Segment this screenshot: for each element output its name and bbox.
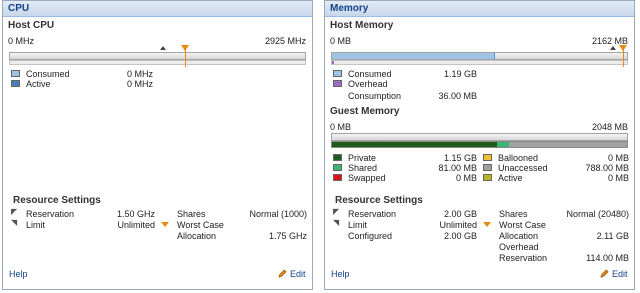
- mem-overhead-reservation-label: Reservation: [499, 253, 548, 263]
- mem-allocation-label: Allocation: [499, 231, 539, 241]
- guest-shared-value: 81.00 MB: [438, 163, 477, 173]
- guest-swapped-value: 0 MB: [455, 173, 477, 183]
- cpu-active-bar: [9, 60, 306, 65]
- guest-unaccessed-label: Unaccessed: [498, 163, 548, 173]
- cpu-shares-label: Shares: [177, 209, 206, 219]
- swapped-swatch-icon: [333, 174, 342, 181]
- host-consumption-value: 36.00 MB: [438, 91, 477, 101]
- host-memory-overhead-bar: [331, 60, 628, 65]
- guest-ballooned-label: Ballooned: [498, 153, 539, 163]
- host-consumed-value: 1.19 GB: [443, 69, 477, 79]
- mem-allocation-value: 2.11 GB: [596, 231, 629, 241]
- shared-swatch-icon: [333, 164, 342, 171]
- host-memory-scale-min: 0 MB: [330, 36, 352, 46]
- guest-memory-title: Guest Memory: [330, 106, 400, 117]
- mem-overhead-label: Overhead: [499, 242, 539, 252]
- cpu-resource-settings-title: Resource Settings: [13, 195, 101, 206]
- memory-panel-title: Memory: [325, 1, 634, 17]
- mem-limit-label: Limit: [348, 220, 368, 230]
- cpu-active-label: Active: [26, 79, 51, 89]
- consumed-swatch-icon: [11, 70, 20, 77]
- guest-memory-scale-min: 0 MB: [330, 122, 352, 132]
- host-consumption-label: Consumption: [348, 91, 402, 101]
- edit-pencil-icon[interactable]: [278, 269, 287, 278]
- worst-case-marker-icon: [483, 222, 491, 227]
- private-swatch-icon: [333, 154, 342, 161]
- cpu-reservation-value: 1.50 GHz: [116, 209, 155, 219]
- cpu-usage-bar: [9, 52, 306, 60]
- cpu-limit-label: Limit: [26, 220, 46, 230]
- host-memory-bar: [331, 52, 628, 60]
- cpu-consumed-label: Consumed: [26, 69, 70, 79]
- guest-active-label: Active: [498, 173, 523, 183]
- host-consumed-label: Consumed: [348, 69, 392, 79]
- cpu-scale-max: 2925 MHz: [264, 36, 306, 46]
- cpu-limit-marker-icon: [160, 46, 166, 50]
- cpu-shares-value: Normal (1000): [249, 209, 307, 219]
- cpu-active-value: 0 MHz: [126, 79, 153, 89]
- mem-limit-value: Unlimited: [439, 220, 477, 230]
- memory-panel: Memory Host Memory 0 MB 2162 MB Consumed…: [324, 0, 635, 290]
- edit-pencil-icon[interactable]: [600, 269, 609, 278]
- cpu-consumed-value: 0 MHz: [126, 69, 153, 79]
- memory-limit-marker-icon: [610, 46, 616, 50]
- memory-worst-case-line: [623, 49, 624, 67]
- guest-private-value: 1.15 GB: [443, 153, 477, 163]
- host-overhead-label: Overhead: [348, 79, 388, 89]
- memory-resource-settings-title: Resource Settings: [335, 195, 423, 206]
- mem-reservation-label: Reservation: [348, 209, 397, 219]
- mem-reservation-value: 2.00 GB: [443, 209, 477, 219]
- cpu-limit-value: Unlimited: [117, 220, 155, 230]
- mem-shares-value: Normal (20480): [566, 209, 629, 219]
- guest-shared-label: Shared: [348, 163, 378, 173]
- cpu-scale-min: 0 MHz: [8, 36, 35, 46]
- guest-active-value: 0 MB: [607, 173, 629, 183]
- memory-help-link[interactable]: Help: [331, 269, 350, 279]
- reservation-marker-icon: ◤: [333, 207, 340, 216]
- cpu-panel: CPU Host CPU 0 MHz 2925 MHz Consumed 0 M…: [2, 0, 313, 290]
- cpu-reservation-label: Reservation: [26, 209, 75, 219]
- limit-marker-icon: ◥: [333, 218, 340, 227]
- mem-configured-label: Configured: [348, 231, 393, 241]
- active-swatch-icon: [11, 80, 20, 87]
- cpu-worst-case-label: Worst Case: [177, 220, 224, 230]
- cpu-allocation-value: 1.75 GHz: [268, 231, 307, 241]
- guest-unaccessed-value: 788.00 MB: [585, 163, 629, 173]
- active-swatch-icon: [483, 174, 492, 181]
- consumed-swatch-icon: [333, 70, 342, 77]
- cpu-help-link[interactable]: Help: [9, 269, 28, 279]
- cpu-worst-case-line: [185, 49, 186, 67]
- reservation-marker-icon: ◤: [11, 207, 18, 216]
- mem-overhead-reservation-value: 114.00 MB: [586, 253, 629, 263]
- cpu-edit-link[interactable]: Edit: [290, 269, 306, 279]
- mem-configured-value: 2.00 GB: [443, 231, 477, 241]
- mem-worst-case-label: Worst Case: [499, 220, 546, 230]
- guest-memory-breakdown-bar: [331, 141, 628, 148]
- guest-memory-bar: [331, 133, 628, 141]
- overhead-swatch-icon: [333, 80, 342, 87]
- mem-shares-label: Shares: [499, 209, 528, 219]
- guest-private-label: Private: [348, 153, 377, 163]
- guest-shared-fill: [497, 142, 509, 147]
- host-memory-title: Host Memory: [330, 20, 394, 31]
- cpu-allocation-label: Allocation: [177, 231, 217, 241]
- worst-case-marker-icon: [161, 222, 169, 227]
- guest-memory-scale-max: 2048 MB: [591, 122, 628, 132]
- cpu-panel-title: CPU: [3, 1, 312, 17]
- guest-ballooned-value: 0 MB: [607, 153, 629, 163]
- guest-swapped-label: Swapped: [348, 173, 386, 183]
- host-cpu-title: Host CPU: [8, 20, 55, 31]
- host-memory-consumed-fill: [332, 53, 496, 59]
- ballooned-swatch-icon: [483, 154, 492, 161]
- limit-marker-icon: ◥: [11, 218, 18, 227]
- host-memory-overhead-fill: [332, 61, 334, 64]
- unaccessed-swatch-icon: [483, 164, 492, 171]
- guest-private-fill: [332, 142, 498, 147]
- memory-edit-link[interactable]: Edit: [612, 269, 628, 279]
